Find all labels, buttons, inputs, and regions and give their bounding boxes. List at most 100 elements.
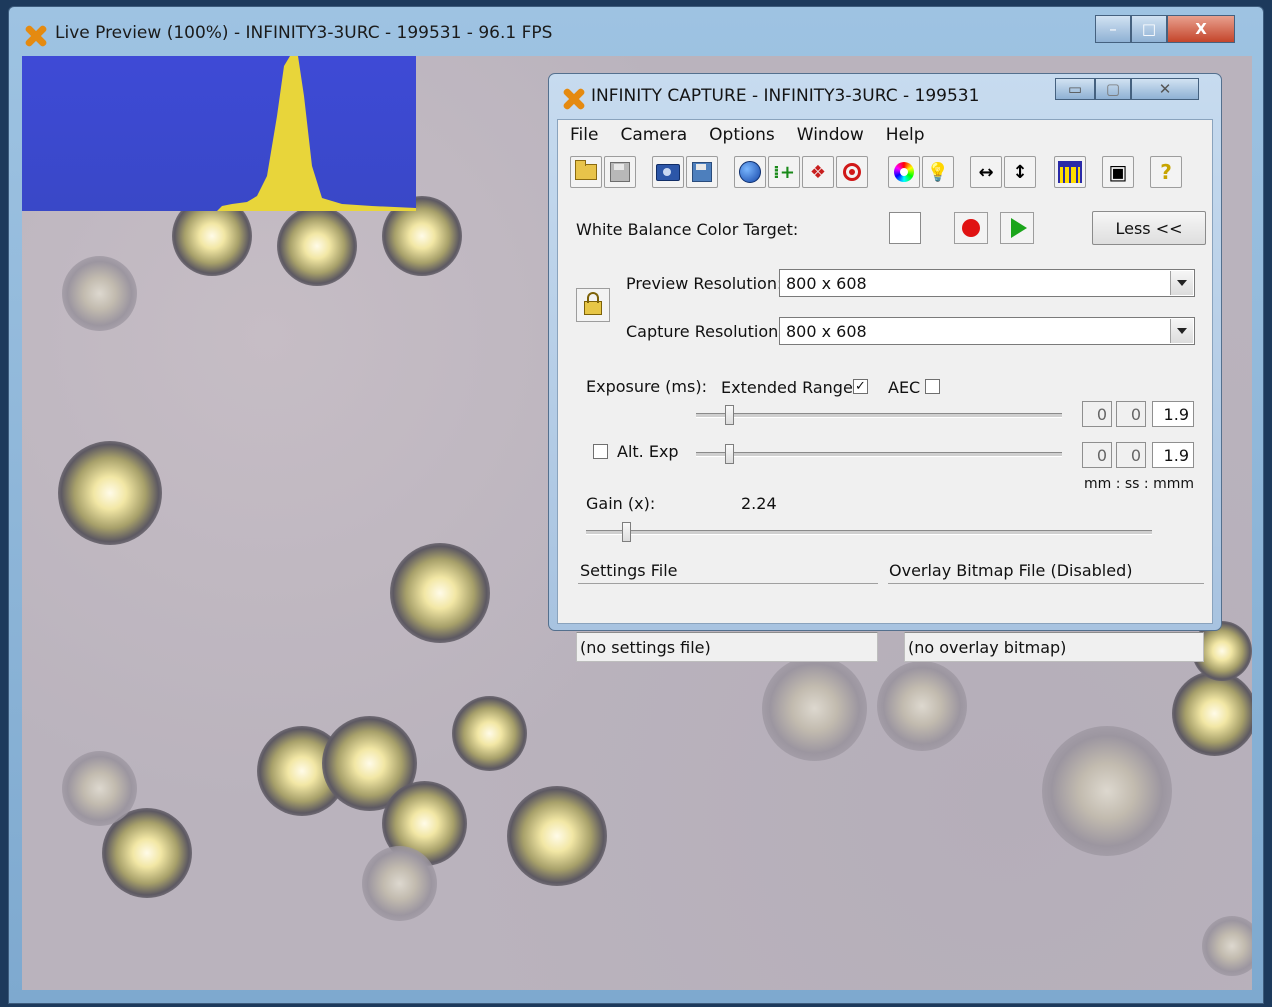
aec-label: AEC: [888, 378, 921, 397]
cell: [452, 696, 527, 771]
capture-resolution-select[interactable]: 800 x 608: [779, 317, 1195, 345]
alt-exposure-seconds[interactable]: 0: [1116, 442, 1146, 468]
help-icon: ?: [1160, 160, 1172, 184]
dialog-close-button[interactable]: ✕: [1131, 78, 1199, 100]
menu-window[interactable]: Window: [797, 125, 864, 145]
exposure-milliseconds[interactable]: 1.9: [1152, 401, 1194, 427]
resolution-lock-button[interactable]: [576, 288, 610, 322]
overlay-file-field[interactable]: (no overlay bitmap): [904, 632, 1204, 662]
cell: [62, 256, 137, 331]
cell: [1202, 916, 1252, 976]
divider: [578, 583, 878, 584]
crosshair-button[interactable]: ⁞+: [768, 156, 800, 188]
alt-exposure-slider-track[interactable]: [696, 452, 1062, 457]
cell: [58, 441, 162, 545]
white-balance-swatch[interactable]: [889, 212, 921, 244]
target-icon: [843, 163, 861, 181]
white-balance-play-button[interactable]: [1000, 212, 1034, 244]
help-button[interactable]: ?: [1150, 156, 1182, 188]
color-wheel-button[interactable]: [888, 156, 920, 188]
cell: [390, 543, 490, 643]
exposure-slider-track[interactable]: [696, 413, 1062, 418]
histogram-plot: [217, 56, 416, 211]
exposure-seconds[interactable]: 0: [1116, 401, 1146, 427]
gain-value: 2.24: [741, 494, 777, 513]
preview-resolution-label: Preview Resolution:: [626, 274, 783, 293]
histogram-icon: [1058, 161, 1082, 183]
divider: [888, 583, 1204, 584]
add-crosshair-icon: ⁞+: [773, 161, 795, 183]
time-units-label: mm : ss : mmm: [1084, 476, 1195, 492]
live-preview-title: Live Preview (100%) - INFINITY3-3URC - 1…: [55, 23, 553, 43]
globe-button[interactable]: [734, 156, 766, 188]
record-icon: [962, 219, 980, 237]
chevron-down-icon[interactable]: [1170, 319, 1193, 343]
exposure-minutes[interactable]: 0: [1082, 401, 1112, 427]
histogram-overlay: [22, 56, 416, 211]
menu-bar: File Camera Options Window Help: [558, 120, 1212, 150]
white-balance-label: White Balance Color Target:: [576, 220, 799, 239]
lightbulb-icon: 💡: [926, 161, 950, 183]
alt-exposure-slider-thumb[interactable]: [724, 444, 734, 464]
cell: [507, 786, 607, 886]
cell: [877, 661, 967, 751]
exposure-slider-thumb[interactable]: [724, 405, 734, 425]
play-icon: [1011, 218, 1027, 238]
minimize-button[interactable]: –: [1095, 15, 1131, 43]
extended-range-label: Extended Range: [721, 378, 853, 397]
capture-resolution-label: Capture Resolution:: [626, 322, 784, 341]
live-preview-caption-buttons: – □ X: [1095, 15, 1235, 43]
globe-icon: [739, 161, 761, 183]
cell: [62, 751, 137, 826]
color-diamond-icon: ❖: [809, 161, 827, 183]
video-record-button[interactable]: ▣: [1102, 156, 1134, 188]
maximize-button[interactable]: □: [1131, 15, 1167, 43]
camera-snapshot-icon: [656, 163, 680, 181]
histogram-button[interactable]: [1054, 156, 1086, 188]
lightbulb-button[interactable]: 💡: [922, 156, 954, 188]
flip-horizontal-button[interactable]: ↔: [970, 156, 1002, 188]
menu-options[interactable]: Options: [709, 125, 775, 145]
menu-file[interactable]: File: [570, 125, 598, 145]
preview-resolution-value: 800 x 608: [786, 273, 867, 293]
dialog-maximize-button[interactable]: ▢: [1095, 78, 1131, 100]
open-folder-icon: [575, 160, 597, 180]
gain-slider-thumb[interactable]: [621, 522, 631, 542]
target-button[interactable]: [836, 156, 868, 188]
exposure-label: Exposure (ms):: [586, 377, 707, 396]
white-balance-record-button[interactable]: [954, 212, 988, 244]
cell: [362, 846, 437, 921]
color-tool-button[interactable]: ❖: [802, 156, 834, 188]
open-folder-button[interactable]: [570, 156, 602, 188]
extended-range-checkbox[interactable]: ✓: [853, 379, 868, 394]
flip-horizontal-icon: ↔: [978, 161, 994, 183]
preview-resolution-select[interactable]: 800 x 608: [779, 269, 1195, 297]
gain-slider-track[interactable]: [586, 530, 1152, 535]
menu-camera[interactable]: Camera: [620, 125, 687, 145]
aec-checkbox[interactable]: [925, 379, 940, 394]
alt-exposure-minutes[interactable]: 0: [1082, 442, 1112, 468]
save-image-button[interactable]: [686, 156, 718, 188]
snapshot-button[interactable]: [652, 156, 684, 188]
infinity-app-icon: [563, 88, 585, 110]
chevron-down-icon[interactable]: [1170, 271, 1193, 295]
flip-vertical-button[interactable]: ↕: [1004, 156, 1036, 188]
overlay-file-label: Overlay Bitmap File (Disabled): [889, 561, 1133, 580]
save-image-icon: [692, 162, 712, 182]
settings-file-field[interactable]: (no settings file): [576, 632, 878, 662]
cell: [1042, 726, 1172, 856]
settings-file-label: Settings File: [580, 561, 678, 580]
less-button[interactable]: Less <<: [1092, 211, 1206, 245]
infinity-app-icon: [25, 25, 47, 47]
gain-label: Gain (x):: [586, 494, 656, 513]
dialog-minimize-button[interactable]: ▭: [1055, 78, 1095, 100]
cell: [1172, 671, 1252, 756]
alt-exposure-milliseconds[interactable]: 1.9: [1152, 442, 1194, 468]
flip-vertical-icon: ↕: [1012, 161, 1028, 183]
menu-help[interactable]: Help: [886, 125, 925, 145]
save-icon: [610, 162, 630, 182]
close-button[interactable]: X: [1167, 15, 1235, 43]
save-settings-button[interactable]: [604, 156, 636, 188]
infinity-capture-dialog: INFINITY CAPTURE - INFINITY3-3URC - 1995…: [548, 73, 1222, 662]
alt-exposure-checkbox[interactable]: [593, 444, 608, 459]
